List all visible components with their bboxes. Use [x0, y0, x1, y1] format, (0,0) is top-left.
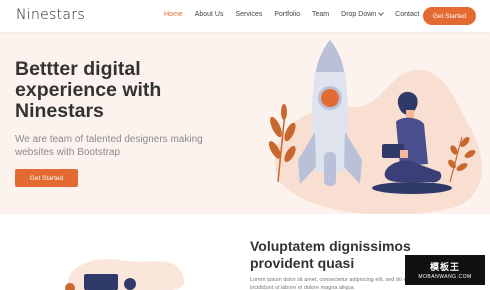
hero-subtitle: We are team of talented designers making… [15, 134, 203, 158]
watermark-main: 模板王 [429, 262, 460, 272]
person-head-icon [124, 278, 136, 290]
watermark-badge: 模板王 MOBANWANG.COM [405, 255, 485, 285]
site-header: Ninestars Home About Us Services Portfol… [0, 0, 490, 32]
ground-shadow [372, 182, 452, 194]
hero-title: Bettter digital experience with Ninestar… [15, 58, 162, 122]
nav-contact[interactable]: Contact [395, 11, 419, 18]
nav-services[interactable]: Services [235, 11, 262, 18]
nav-about[interactable]: About Us [195, 11, 224, 18]
nav-dropdown-label: Drop Down [341, 11, 377, 18]
nav-dropdown[interactable]: Drop Down [341, 10, 384, 18]
hero-section: Bettter digital experience with Ninestar… [0, 32, 490, 214]
watermark-sub: MOBANWANG.COM [418, 274, 472, 280]
background-blob [274, 69, 482, 214]
nav-home[interactable]: Home [164, 11, 183, 18]
rocket-illustration [268, 40, 482, 214]
monitor-icon [84, 274, 118, 290]
chevron-down-icon [378, 10, 384, 16]
about-illustration [65, 259, 185, 290]
main-nav: Home About Us Services Portfolio Team Dr… [164, 10, 431, 18]
nav-portfolio[interactable]: Portfolio [274, 11, 300, 18]
nav-team[interactable]: Team [312, 11, 329, 18]
hero-get-started-button[interactable]: Get Started [15, 169, 78, 187]
site-logo[interactable]: Ninestars [16, 7, 85, 23]
header-get-started-button[interactable]: Get Started [423, 7, 476, 25]
